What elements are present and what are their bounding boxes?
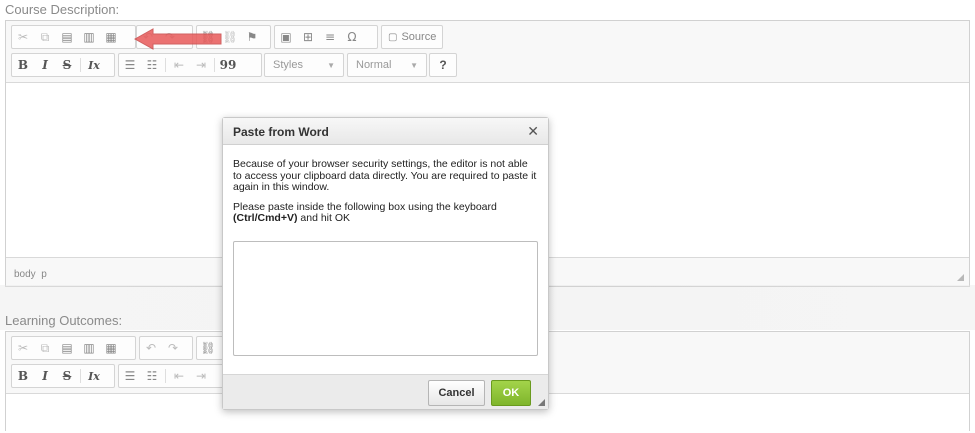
paste-text-icon[interactable]: ▥ [78, 26, 100, 48]
ok-button[interactable]: OK [491, 380, 531, 406]
list-group: ☰ ☷ ⇤ ⇥ [118, 364, 238, 388]
paste-icon[interactable]: ▤ [56, 337, 78, 359]
clipboard-group: ✂ ⧉ ▤ ▥ ▦ [11, 25, 136, 49]
help-group: ? [429, 53, 457, 77]
copy-icon[interactable]: ⧉ [34, 337, 56, 359]
source-button-label: Source [401, 31, 437, 43]
course-description-label: Course Description: [5, 2, 120, 17]
list-group: ☰ ☷ ⇤ ⇥ 99 [118, 53, 262, 77]
basic-styles-group: B I S Ix [11, 364, 115, 388]
indent-icon[interactable]: ⇥ [190, 54, 212, 76]
special-char-icon[interactable]: Ω [341, 26, 363, 48]
cut-icon[interactable]: ✂ [12, 26, 34, 48]
blockquote-icon[interactable]: 99 [217, 54, 239, 76]
undo-group: ↶ ↷ [139, 336, 193, 360]
italic-icon[interactable]: I [34, 54, 56, 76]
paste-textarea[interactable] [233, 241, 538, 356]
outdent-icon[interactable]: ⇤ [168, 54, 190, 76]
source-icon: ▢ [388, 31, 398, 43]
paste-from-word-icon[interactable]: ▦ [100, 337, 122, 359]
bulleted-list-icon[interactable]: ☷ [141, 54, 163, 76]
element-path-bar: body p [14, 269, 47, 280]
bold-icon[interactable]: B [12, 365, 34, 387]
link-icon[interactable]: ⛓ [197, 337, 219, 359]
paste-text-icon[interactable]: ▥ [78, 337, 100, 359]
strike-icon[interactable]: S [56, 54, 78, 76]
indent-icon[interactable]: ⇥ [190, 365, 212, 387]
italic-icon[interactable]: I [34, 365, 56, 387]
cut-icon[interactable]: ✂ [12, 337, 34, 359]
dialog-title: Paste from Word [233, 125, 329, 139]
redo-icon[interactable]: ↷ [162, 337, 184, 359]
clipboard-group: ✂ ⧉ ▤ ▥ ▦ [11, 336, 136, 360]
shortcut-text: (Ctrl/Cmd+V) [233, 212, 298, 224]
strike-icon[interactable]: S [56, 365, 78, 387]
instruction-suffix: and hit OK [297, 212, 350, 224]
help-icon[interactable]: ? [432, 54, 454, 76]
paste-from-word-dialog: Paste from Word ✕ Because of your browse… [222, 117, 549, 410]
outdent-icon[interactable]: ⇤ [168, 365, 190, 387]
bold-icon[interactable]: B [12, 54, 34, 76]
insert-group: ▣ ⊞ ≡ Ω [274, 25, 378, 49]
security-message: Because of your browser security setting… [233, 158, 537, 193]
paste-icon[interactable]: ▤ [56, 26, 78, 48]
remove-format-icon[interactable]: Ix [83, 365, 105, 387]
bulleted-list-icon[interactable]: ☷ [141, 365, 163, 387]
close-icon[interactable]: ✕ [527, 123, 539, 140]
path-body[interactable]: body [14, 269, 36, 280]
learning-outcomes-label: Learning Outcomes: [5, 313, 123, 328]
styles-dropdown-label: Styles [273, 59, 303, 71]
remove-format-icon[interactable]: Ix [83, 54, 105, 76]
anchor-flag-icon[interactable]: ⚑ [241, 26, 263, 48]
dialog-titlebar[interactable]: Paste from Word ✕ [223, 118, 548, 145]
path-p[interactable]: p [41, 269, 47, 280]
numbered-list-icon[interactable]: ☰ [119, 365, 141, 387]
image-icon[interactable]: ▣ [275, 26, 297, 48]
chevron-down-icon: ▼ [327, 60, 335, 70]
source-button[interactable]: ▢ Source [381, 25, 444, 49]
instruction-prefix: Please paste inside the following box us… [233, 200, 497, 213]
resize-grip-icon[interactable] [957, 274, 964, 281]
dialog-body: Because of your browser security setting… [223, 145, 548, 225]
copy-icon[interactable]: ⧉ [34, 26, 56, 48]
format-dropdown-label: Normal [356, 59, 392, 71]
format-dropdown[interactable]: Normal ▼ [347, 53, 427, 77]
basic-styles-group: B I S Ix [11, 53, 115, 77]
numbered-list-icon[interactable]: ☰ [119, 54, 141, 76]
table-icon[interactable]: ⊞ [297, 26, 319, 48]
editor-toolbar-row-2: B I S Ix ☰ ☷ ⇤ ⇥ 99 Styles ▼ Normal ▼ ? [6, 53, 969, 81]
dialog-footer: Cancel OK [223, 374, 548, 409]
paste-from-word-icon[interactable]: ▦ [100, 26, 122, 48]
dialog-resize-icon[interactable] [538, 399, 545, 406]
cancel-button[interactable]: Cancel [428, 380, 485, 406]
annotation-arrow-icon [133, 28, 222, 50]
instruction-message: Please paste inside the following box us… [233, 200, 538, 225]
undo-icon[interactable]: ↶ [140, 337, 162, 359]
chevron-down-icon: ▼ [410, 60, 418, 70]
styles-dropdown[interactable]: Styles ▼ [264, 53, 344, 77]
horizontal-line-icon[interactable]: ≡ [319, 26, 341, 48]
